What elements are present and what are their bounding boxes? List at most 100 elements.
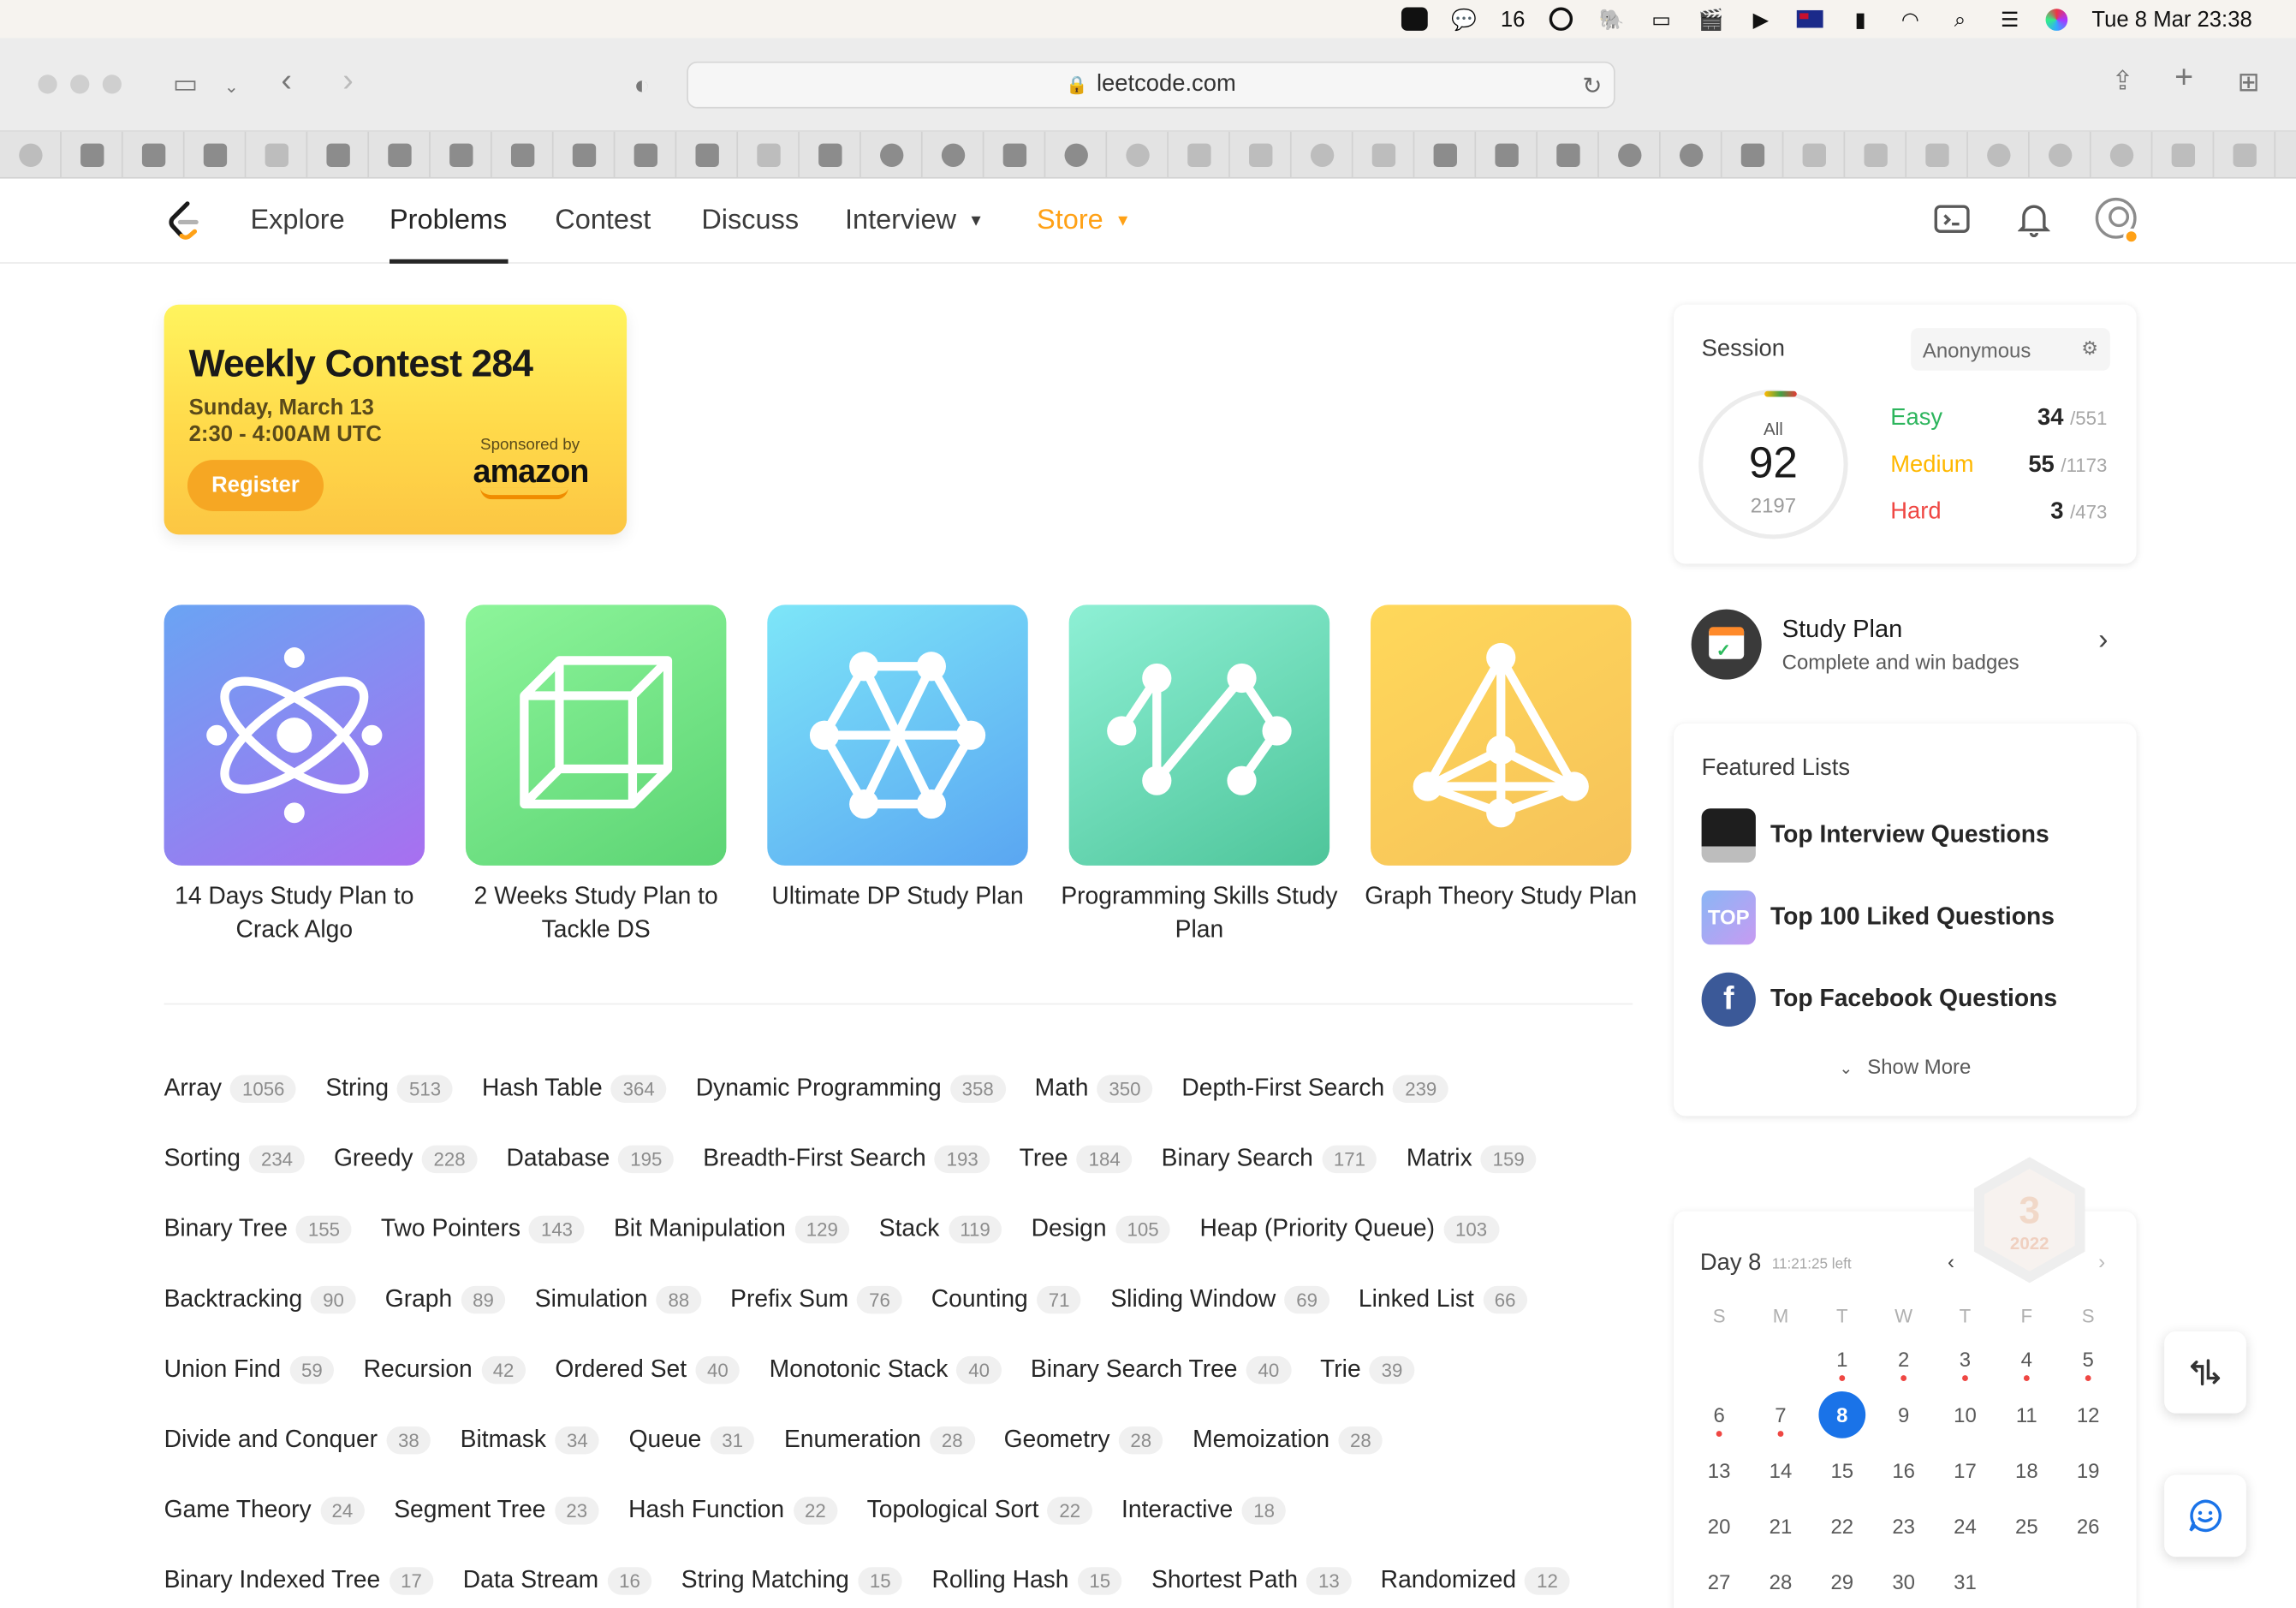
study-plan-card-programming-skills[interactable] bbox=[1068, 604, 1330, 866]
close-window-button[interactable] bbox=[38, 74, 57, 94]
share-icon[interactable]: ⇪ bbox=[2112, 68, 2134, 94]
topic-tag[interactable]: Queue 31 bbox=[629, 1426, 755, 1454]
topic-tag[interactable]: Memoization 28 bbox=[1193, 1426, 1383, 1454]
topic-tag[interactable]: Graph 89 bbox=[385, 1284, 506, 1313]
nav-contest[interactable]: Contest bbox=[555, 205, 651, 237]
favorite-site-icon[interactable] bbox=[1230, 131, 1292, 178]
evernote-icon[interactable]: 🐘 bbox=[1598, 7, 1625, 31]
topic-tag[interactable]: Trie 39 bbox=[1320, 1355, 1415, 1384]
study-plan-title-dp[interactable]: Ultimate DP Study Plan bbox=[751, 880, 1044, 914]
zoom-icon[interactable] bbox=[1401, 7, 1428, 31]
calendar-day[interactable]: 7 bbox=[1750, 1387, 1811, 1443]
topic-tag[interactable]: Bit Manipulation 129 bbox=[614, 1214, 850, 1243]
topic-tag[interactable]: Bitmask 34 bbox=[461, 1426, 600, 1454]
nav-store[interactable]: Store ▼ bbox=[1037, 205, 1131, 237]
calendar-day[interactable]: 19 bbox=[2057, 1443, 2119, 1498]
topic-tag[interactable]: String Matching 15 bbox=[681, 1566, 903, 1594]
favorite-gear-icon[interactable] bbox=[1107, 131, 1169, 178]
topic-tag[interactable]: Ordered Set 40 bbox=[555, 1355, 741, 1384]
calendar-day[interactable]: 24 bbox=[1935, 1498, 1996, 1554]
favorite-site-icon[interactable] bbox=[2214, 131, 2276, 178]
study-plan-card-tackle-ds[interactable] bbox=[465, 604, 727, 866]
calendar-day[interactable]: 18 bbox=[1996, 1443, 2057, 1498]
nav-problems[interactable]: Problems bbox=[390, 205, 507, 237]
calendar-day[interactable]: 14 bbox=[1750, 1443, 1811, 1498]
nav-discuss[interactable]: Discuss bbox=[701, 205, 799, 237]
weekly-contest-banner[interactable]: Weekly Contest 284 Sunday, March 13 2:30… bbox=[164, 304, 628, 535]
calendar-day[interactable]: 9 bbox=[1873, 1387, 1935, 1443]
calendar-day[interactable]: 30 bbox=[1873, 1554, 1935, 1608]
favorite-medium-icon[interactable] bbox=[676, 131, 739, 178]
topic-tag[interactable]: Data Stream 16 bbox=[463, 1566, 652, 1594]
topic-tag[interactable]: Divide and Conquer 38 bbox=[164, 1426, 431, 1454]
calendar-day[interactable]: 12 bbox=[2057, 1387, 2119, 1443]
topic-tag[interactable]: Sliding Window 69 bbox=[1110, 1284, 1329, 1313]
topic-tag[interactable]: Topological Sort 22 bbox=[867, 1496, 1092, 1524]
topic-tag[interactable]: Binary Search Tree 40 bbox=[1031, 1355, 1291, 1384]
new-tab-icon[interactable]: + bbox=[2174, 61, 2193, 93]
topic-tag[interactable]: Heap (Priority Queue) 103 bbox=[1200, 1214, 1499, 1243]
topic-tag[interactable]: Simulation 88 bbox=[535, 1284, 701, 1313]
favorite-info-icon[interactable] bbox=[1661, 131, 1722, 178]
topic-tag[interactable]: Database 195 bbox=[506, 1144, 675, 1173]
show-more-button[interactable]: ⌄ Show More bbox=[1674, 1055, 2137, 1078]
favorite-bookmark-icon[interactable] bbox=[369, 131, 431, 178]
favorite-circle-icon[interactable] bbox=[1292, 131, 1353, 178]
notification-bell-icon[interactable] bbox=[2018, 202, 2050, 238]
favorite-scribd-icon[interactable] bbox=[800, 131, 861, 178]
favorite-circle-icon[interactable] bbox=[2091, 131, 2153, 178]
study-plan-title-crack-algo[interactable]: 14 Days Study Plan to Crack Algo bbox=[148, 880, 441, 948]
calendar-day[interactable]: 5 bbox=[2057, 1331, 2119, 1387]
wechat-icon[interactable]: 💬 bbox=[1451, 7, 1478, 31]
favorite-cube-icon[interactable] bbox=[185, 131, 247, 178]
topic-tag[interactable]: Recursion 42 bbox=[364, 1355, 526, 1384]
calendar-day[interactable]: 2 bbox=[1873, 1331, 1935, 1387]
favorite-letter-icon[interactable] bbox=[984, 131, 1046, 178]
topic-tag[interactable]: Geometry 28 bbox=[1004, 1426, 1163, 1454]
topic-tag[interactable]: Segment Tree 23 bbox=[394, 1496, 599, 1524]
spotlight-search-icon[interactable]: ⌕ bbox=[1947, 7, 1973, 31]
topic-tag[interactable]: Stack 119 bbox=[879, 1214, 1002, 1243]
topic-tag[interactable]: Hash Table 364 bbox=[482, 1074, 667, 1103]
gear-icon[interactable]: ⚙ bbox=[2081, 336, 2098, 360]
favorite-video-icon[interactable] bbox=[1906, 131, 1968, 178]
topic-tag[interactable]: Prefix Sum 76 bbox=[730, 1284, 902, 1313]
topic-tag[interactable]: Backtracking 90 bbox=[164, 1284, 356, 1313]
favorite-patreon-icon[interactable] bbox=[861, 131, 923, 178]
calendar-day[interactable]: 16 bbox=[1873, 1443, 1935, 1498]
favorite-site-icon[interactable] bbox=[1476, 131, 1538, 178]
study-plan-card-crack-algo[interactable] bbox=[164, 604, 425, 866]
calendar-day[interactable]: 1 bbox=[1811, 1331, 1873, 1387]
topic-tag[interactable]: Binary Tree 155 bbox=[164, 1214, 352, 1243]
featured-list-item[interactable]: TOP Top 100 Liked Questions bbox=[1701, 889, 2055, 944]
topic-tag[interactable]: Depth-First Search 239 bbox=[1181, 1074, 1449, 1103]
topic-tag[interactable]: Randomized 12 bbox=[1381, 1566, 1570, 1594]
calendar-day[interactable]: 4 bbox=[1996, 1331, 2057, 1387]
topic-tag[interactable]: Array 1056 bbox=[164, 1074, 297, 1103]
minimize-window-button[interactable] bbox=[70, 74, 90, 94]
topic-tag[interactable]: Matrix 159 bbox=[1407, 1144, 1537, 1173]
topic-tag[interactable]: Game Theory 24 bbox=[164, 1496, 365, 1524]
calendar-day[interactable]: 3 bbox=[1935, 1331, 1996, 1387]
calendar-day[interactable]: 6 bbox=[1688, 1387, 1750, 1443]
battery-icon[interactable]: ▮ bbox=[1847, 7, 1874, 31]
reload-icon[interactable]: ↻ bbox=[1582, 72, 1602, 101]
topic-tag[interactable]: Tree 184 bbox=[1020, 1144, 1133, 1173]
calendar-day[interactable]: 17 bbox=[1935, 1443, 1996, 1498]
nav-interview[interactable]: Interview ▼ bbox=[845, 205, 984, 237]
favorite-site-icon[interactable] bbox=[1845, 131, 1907, 178]
favorite-site-icon[interactable] bbox=[1169, 131, 1230, 178]
control-center-icon[interactable]: ☰ bbox=[1996, 7, 2023, 31]
favorite-terminal-icon[interactable] bbox=[1538, 131, 1599, 178]
forward-button-icon[interactable]: › bbox=[342, 63, 354, 96]
alfred-icon[interactable] bbox=[1549, 7, 1575, 31]
topic-tag[interactable]: Binary Search 171 bbox=[1162, 1144, 1377, 1173]
featured-list-item[interactable]: f Top Facebook Questions bbox=[1701, 971, 2057, 1027]
calendar-day[interactable]: 21 bbox=[1750, 1498, 1811, 1554]
favorite-cube-icon[interactable] bbox=[246, 131, 308, 178]
australia-flag-icon[interactable] bbox=[1797, 9, 1824, 28]
calendar-next-icon[interactable]: › bbox=[2098, 1249, 2105, 1272]
calendar-day[interactable]: 22 bbox=[1811, 1498, 1873, 1554]
study-plan-link[interactable]: ✓ Study Plan Complete and win badges › bbox=[1674, 600, 2137, 688]
favorite-bookmark-icon[interactable] bbox=[431, 131, 492, 178]
